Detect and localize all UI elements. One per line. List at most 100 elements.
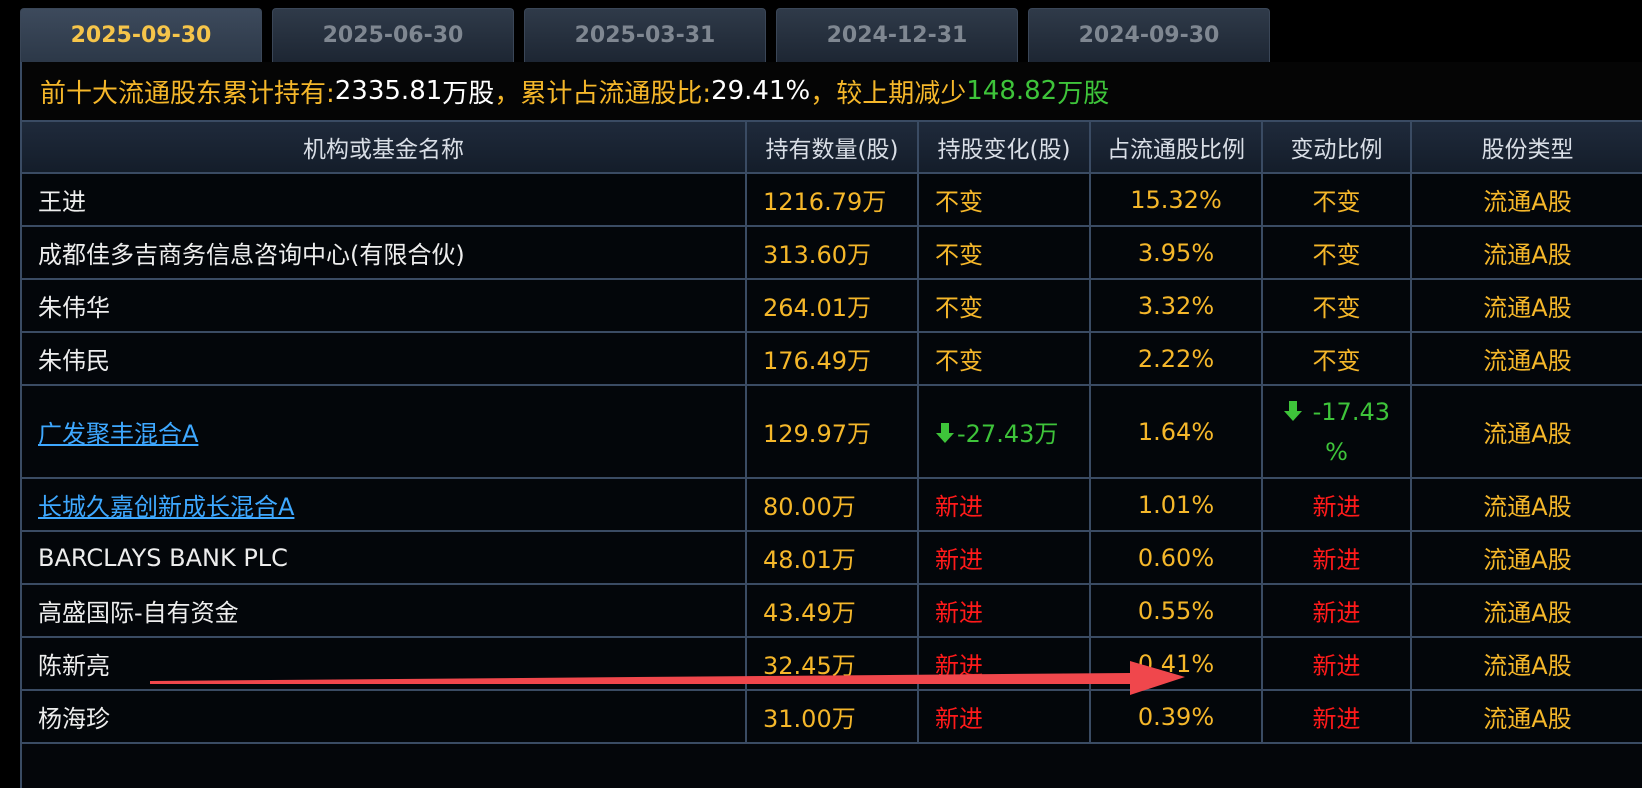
share-type: 流通A股 (1410, 583, 1642, 638)
arrow-down-icon (1283, 400, 1302, 421)
share-type: 流通A股 (1410, 331, 1642, 386)
holder-change: 新进 (917, 530, 1091, 585)
tab-2025-03-31[interactable]: 2025-03-31 (524, 8, 766, 62)
table-row: 王进 1216.79万 不变 15.32% 不变 流通A股 (22, 172, 1642, 227)
summary-bar: 前十大流通股东累计持有: 2335.81 万股 ，累计占流通股比: 29.41%… (22, 62, 1642, 122)
holder-amount: 313.60万 (745, 225, 919, 280)
summary-prefix: 前十大流通股东累计持有: (40, 78, 335, 109)
summary-change-unit: 万股 (1057, 78, 1110, 109)
summary-ratio: 29.41% (711, 76, 811, 106)
share-type: 流通A股 (1410, 477, 1642, 532)
holder-change: 新进 (917, 689, 1091, 744)
holder-change-ratio: 不变 (1261, 331, 1412, 386)
share-type: 流通A股 (1410, 530, 1642, 585)
holder-change-ratio: 新进 (1261, 583, 1412, 638)
tab-2024-09-30[interactable]: 2024-09-30 (1028, 8, 1270, 62)
holder-name: 陈新亮 (22, 636, 747, 691)
holder-change-ratio: 新进 (1261, 530, 1412, 585)
holder-ratio: 0.41% (1089, 636, 1263, 691)
holder-change: 新进 (917, 477, 1091, 532)
table-header-row: 机构或基金名称 持有数量(股) 持股变化(股) 占流通股比例 变动比例 股份类型 (22, 122, 1642, 174)
header-hold: 持有数量(股) (745, 122, 919, 174)
table-row: 朱伟民 176.49万 不变 2.22% 不变 流通A股 (22, 331, 1642, 386)
holder-name-link[interactable]: 广发聚丰混合A (38, 420, 198, 448)
holder-amount: 176.49万 (745, 331, 919, 386)
summary-change-value: 148.82 (966, 76, 1058, 106)
arrow-down-icon (936, 423, 954, 443)
holder-ratio: 2.22% (1089, 331, 1263, 386)
holder-amount: 32.45万 (745, 636, 919, 691)
holder-name-link[interactable]: 长城久嘉创新成长混合A (38, 493, 294, 521)
holder-name: 朱伟民 (22, 331, 747, 386)
table-row: 陈新亮 32.45万 新进 0.41% 新进 流通A股 (22, 636, 1642, 691)
shareholder-panel: 2025-09-30 2025-06-30 2025-03-31 2024-12… (0, 0, 1642, 788)
table-row: 高盛国际-自有资金 43.49万 新进 0.55% 新进 流通A股 (22, 583, 1642, 638)
holder-amount: 264.01万 (745, 278, 919, 333)
holder-amount: 31.00万 (745, 689, 919, 744)
holder-change: 不变 (917, 331, 1091, 386)
tab-2025-06-30[interactable]: 2025-06-30 (272, 8, 514, 62)
tab-2024-12-31[interactable]: 2024-12-31 (776, 8, 1018, 62)
table-row: 长城久嘉创新成长混合A 80.00万 新进 1.01% 新进 流通A股 (22, 477, 1642, 532)
header-change: 持股变化(股) (917, 122, 1091, 174)
holders-panel: 前十大流通股东累计持有: 2335.81 万股 ，累计占流通股比: 29.41%… (20, 62, 1642, 788)
share-type: 流通A股 (1410, 225, 1642, 280)
share-type: 流通A股 (1410, 689, 1642, 744)
holder-change: 新进 (917, 583, 1091, 638)
holder-amount: 80.00万 (745, 477, 919, 532)
holder-ratio: 1.01% (1089, 477, 1263, 532)
holder-name: BARCLAYS BANK PLC (22, 530, 747, 585)
share-type: 流通A股 (1410, 384, 1642, 479)
summary-total: 2335.81 (334, 76, 443, 106)
holder-name: 高盛国际-自有资金 (22, 583, 747, 638)
header-ratio: 占流通股比例 (1089, 122, 1263, 174)
holder-amount: 1216.79万 (745, 172, 919, 227)
header-type: 股份类型 (1410, 122, 1642, 174)
holder-name: 杨海珍 (22, 689, 747, 744)
holder-name: 朱伟华 (22, 278, 747, 333)
holder-name-cell: 长城久嘉创新成长混合A (22, 477, 747, 532)
holder-amount: 43.49万 (745, 583, 919, 638)
holder-change-ratio: 不变 (1261, 172, 1412, 227)
holder-change-ratio-cell: -17.43 % (1261, 384, 1412, 479)
holder-name-cell: 广发聚丰混合A (22, 384, 747, 479)
change-ratio-unit: % (1325, 437, 1348, 466)
holder-name: 成都佳多吉商务信息咨询中心(有限合伙) (22, 225, 747, 280)
summary-unit: 万股 (442, 78, 495, 109)
holder-change-ratio: 新进 (1261, 477, 1412, 532)
holder-change: 不变 (917, 278, 1091, 333)
table-row: 广发聚丰混合A 129.97万 -27.43万 1.64% -17.43 % 流… (22, 384, 1642, 479)
holder-change-ratio: 新进 (1261, 636, 1412, 691)
holder-ratio: 3.32% (1089, 278, 1263, 333)
share-type: 流通A股 (1410, 278, 1642, 333)
holder-ratio: 0.55% (1089, 583, 1263, 638)
holder-change: -27.43万 (957, 420, 1059, 448)
holder-change-ratio: 不变 (1261, 225, 1412, 280)
holder-change-ratio: 不变 (1261, 278, 1412, 333)
holder-change: 新进 (917, 636, 1091, 691)
table-row: 成都佳多吉商务信息咨询中心(有限合伙) 313.60万 不变 3.95% 不变 … (22, 225, 1642, 280)
holder-change-cell: -27.43万 (917, 384, 1091, 479)
tab-2025-09-30[interactable]: 2025-09-30 (20, 8, 262, 62)
holder-amount: 129.97万 (745, 384, 919, 479)
holder-change-ratio: 新进 (1261, 689, 1412, 744)
share-type: 流通A股 (1410, 636, 1642, 691)
holder-change: 不变 (917, 172, 1091, 227)
period-tabs: 2025-09-30 2025-06-30 2025-03-31 2024-12… (20, 8, 1270, 62)
change-ratio-value: -17.43 (1312, 397, 1390, 426)
holder-amount: 48.01万 (745, 530, 919, 585)
header-name: 机构或基金名称 (22, 122, 747, 174)
holders-table: 机构或基金名称 持有数量(股) 持股变化(股) 占流通股比例 变动比例 股份类型… (22, 122, 1642, 744)
holder-ratio: 15.32% (1089, 172, 1263, 227)
change-ratio-wrap: -17.43 % (1282, 392, 1392, 472)
summary-ratio-label: ，累计占流通股比: (494, 78, 712, 109)
holder-name: 王进 (22, 172, 747, 227)
share-type: 流通A股 (1410, 172, 1642, 227)
header-vchg: 变动比例 (1261, 122, 1412, 174)
holder-change: 不变 (917, 225, 1091, 280)
holder-ratio: 1.64% (1089, 384, 1263, 479)
holder-ratio: 0.60% (1089, 530, 1263, 585)
table-row: 杨海珍 31.00万 新进 0.39% 新进 流通A股 (22, 689, 1642, 744)
table-row: BARCLAYS BANK PLC 48.01万 新进 0.60% 新进 流通A… (22, 530, 1642, 585)
holder-ratio: 0.39% (1089, 689, 1263, 744)
